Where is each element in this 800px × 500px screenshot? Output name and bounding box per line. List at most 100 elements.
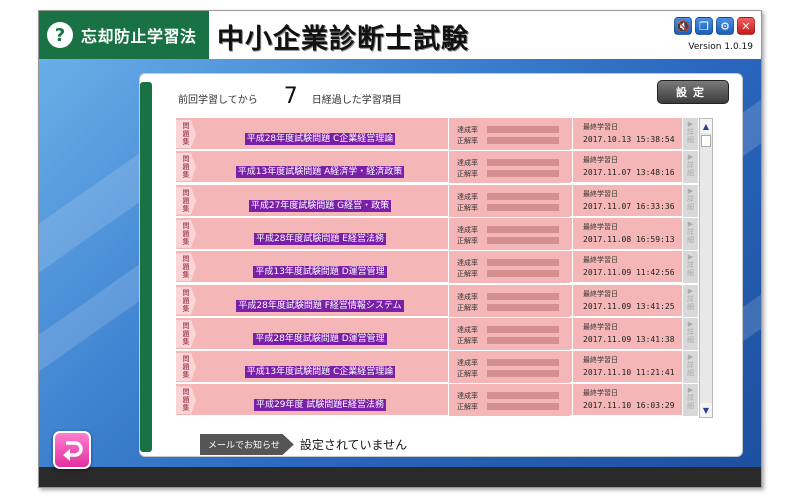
workbook-tag: 問題集 <box>176 319 196 348</box>
achievement-bar <box>487 392 559 400</box>
detail-label: 詳細 <box>687 394 694 411</box>
achievement-label: 達成率 <box>457 359 478 368</box>
exam-link[interactable]: 平成28年度試験問題 F経営情報システム <box>200 293 440 312</box>
exam-title: 中小企業診断士試験 <box>217 24 469 55</box>
achievement-label: 達成率 <box>457 292 478 301</box>
detail-button[interactable]: ▶ 詳細 <box>682 284 698 317</box>
correct-bar <box>487 203 559 211</box>
achievement-label: 達成率 <box>457 159 478 168</box>
correct-label: 正解率 <box>457 170 478 179</box>
list-item[interactable]: 問題集 平成28年度試験問題 F経営情報システム 達成率 正解率 最終学習日 2… <box>176 284 698 317</box>
last-study: 最終学習日 2017.11.09 11:42:56 <box>572 251 682 284</box>
settings-button[interactable]: 設定 <box>657 80 729 104</box>
correct-label: 正解率 <box>457 403 478 412</box>
correct-bar <box>487 403 559 411</box>
exam-link[interactable]: 平成27年度試験問題 G経営・政策 <box>200 193 440 212</box>
gear-icon[interactable]: ⚙ <box>716 17 734 35</box>
exam-link[interactable]: 平成28年度試験問題 E経営法務 <box>200 226 440 245</box>
exam-title-text: 平成29年度 試験問題E経営法務 <box>253 399 386 412</box>
exam-title-text: 平成27年度試験問題 G経営・政策 <box>248 199 392 212</box>
detail-button[interactable]: ▶ 詳細 <box>682 351 698 384</box>
list-item[interactable]: 問題集 平成28年度試験問題 C企業経営理論 達成率 正解率 最終学習日 201… <box>176 118 698 150</box>
list-item[interactable]: 問題集 平成28年度試験問題 D運営管理 達成率 正解率 最終学習日 2017.… <box>176 317 698 350</box>
scroll-up-icon[interactable]: ▲ <box>700 119 712 133</box>
achievement-bar <box>487 192 559 200</box>
achievement-label: 達成率 <box>457 225 478 234</box>
back-button[interactable] <box>53 431 91 469</box>
scroll-thumb[interactable] <box>701 135 711 147</box>
detail-label: 詳細 <box>687 261 694 278</box>
detail-button[interactable]: ▶ 詳細 <box>682 217 698 250</box>
achievement-label: 達成率 <box>457 126 478 134</box>
correct-bar <box>487 303 559 311</box>
correct-label: 正解率 <box>457 137 478 145</box>
workbook-tag: 問題集 <box>176 286 196 315</box>
achievement-bar <box>487 259 559 267</box>
correct-label: 正解率 <box>457 203 478 212</box>
last-date-value: 2017.10.13 15:38:54 <box>583 135 675 144</box>
list-item[interactable]: 問題集 平成27年度試験問題 G経営・政策 達成率 正解率 最終学習日 2017… <box>176 184 698 217</box>
summary-suffix: 日経過した学習項目 <box>311 95 402 106</box>
achievement-bar <box>487 126 559 133</box>
list-item[interactable]: 問題集 平成28年度試験問題 E経営法務 達成率 正解率 最終学習日 2017.… <box>176 217 698 250</box>
correct-bar <box>487 137 559 144</box>
last-study: 最終学習日 2017.11.10 16:03:29 <box>572 384 682 417</box>
exam-title-text: 平成13年度試験問題 A経済学・経済政策 <box>235 166 405 179</box>
exam-link[interactable]: 平成13年度試験問題 D運営管理 <box>200 259 440 279</box>
detail-button[interactable]: ▶ 詳細 <box>682 118 698 150</box>
summary-prefix: 前回学習してから <box>178 95 258 106</box>
help-icon[interactable]: ? <box>47 22 73 48</box>
last-date-label: 最終学習日 <box>583 123 618 131</box>
study-list: 問題集 平成28年度試験問題 C企業経営理論 達成率 正解率 最終学習日 201… <box>176 118 698 418</box>
detail-label: 詳細 <box>687 194 694 211</box>
detail-button[interactable]: ▶ 詳細 <box>682 251 698 284</box>
detail-label: 詳細 <box>687 227 694 244</box>
achievement-bar <box>487 225 559 233</box>
last-date-label: 最終学習日 <box>583 322 618 331</box>
workbook-tag: 問題集 <box>176 120 196 148</box>
mail-label[interactable]: メールでお知らせ <box>200 434 294 455</box>
mail-status: 設定されていません <box>299 438 408 452</box>
list-item[interactable]: 問題集 平成13年度試験問題 D運営管理 達成率 正解率 最終学習日 2017.… <box>176 251 698 284</box>
achievement-label: 達成率 <box>457 392 478 401</box>
exam-title-text: 平成28年度試験問題 C企業経営理論 <box>244 133 396 145</box>
detail-label: 詳細 <box>687 294 694 311</box>
detail-button[interactable]: ▶ 詳細 <box>682 384 698 417</box>
detail-button[interactable]: ▶ 詳細 <box>682 184 698 217</box>
mute-icon[interactable]: 🔇 <box>674 17 692 35</box>
exam-link[interactable]: 平成29年度 試験問題E経営法務 <box>200 392 440 412</box>
correct-bar <box>487 336 559 344</box>
info-icon[interactable]: ❐ <box>695 17 713 35</box>
list-item[interactable]: 問題集 平成29年度 試験問題E経営法務 達成率 正解率 最終学習日 2017.… <box>176 384 698 417</box>
last-date-value: 2017.11.07 13:48:16 <box>583 168 675 178</box>
play-icon: ▶ <box>687 253 694 262</box>
correct-bar <box>487 170 559 178</box>
achievement-bar <box>487 359 559 367</box>
achievement-bar <box>487 292 559 300</box>
last-date-label: 最終学習日 <box>583 256 618 265</box>
detail-button[interactable]: ▶ 詳細 <box>682 317 698 350</box>
detail-label: 詳細 <box>687 161 694 178</box>
close-icon[interactable]: ✕ <box>737 17 755 35</box>
correct-label: 正解率 <box>457 303 478 312</box>
achievement-bar <box>487 159 559 167</box>
exam-link[interactable]: 平成28年度試験問題 C企業経営理論 <box>200 126 440 145</box>
list-item[interactable]: 問題集 平成13年度試験問題 C企業経営理論 達成率 正解率 最終学習日 201… <box>176 351 698 384</box>
scroll-down-icon[interactable]: ▼ <box>700 403 712 417</box>
scrollbar[interactable]: ▲ ▼ <box>699 118 713 418</box>
list-item[interactable]: 問題集 平成13年度試験問題 A経済学・経済政策 達成率 正解率 最終学習日 2… <box>176 151 698 184</box>
last-date-label: 最終学習日 <box>583 222 618 231</box>
exam-link[interactable]: 平成13年度試験問題 C企業経営理論 <box>200 359 440 379</box>
achievement-label: 達成率 <box>457 192 478 201</box>
workbook-tag: 問題集 <box>176 353 196 382</box>
mail-notice: メールでお知らせ 設定されていません <box>200 434 407 455</box>
progress-metrics: 達成率 正解率 <box>448 184 570 217</box>
exam-title-text: 平成28年度試験問題 F経営情報システム <box>236 299 404 312</box>
last-study: 最終学習日 2017.11.09 13:41:25 <box>572 284 682 317</box>
app-window: ? 忘却防止学習法 中小企業診断士試験 🔇 ❐ ⚙ ✕ Version 1.0.… <box>38 10 762 488</box>
exam-link[interactable]: 平成28年度試験問題 D運営管理 <box>200 326 440 345</box>
exam-title-text: 平成28年度試験問題 D運営管理 <box>253 332 387 345</box>
exam-link[interactable]: 平成13年度試験問題 A経済学・経済政策 <box>200 159 440 179</box>
detail-label: 詳細 <box>687 361 694 378</box>
detail-button[interactable]: ▶ 詳細 <box>682 151 698 184</box>
